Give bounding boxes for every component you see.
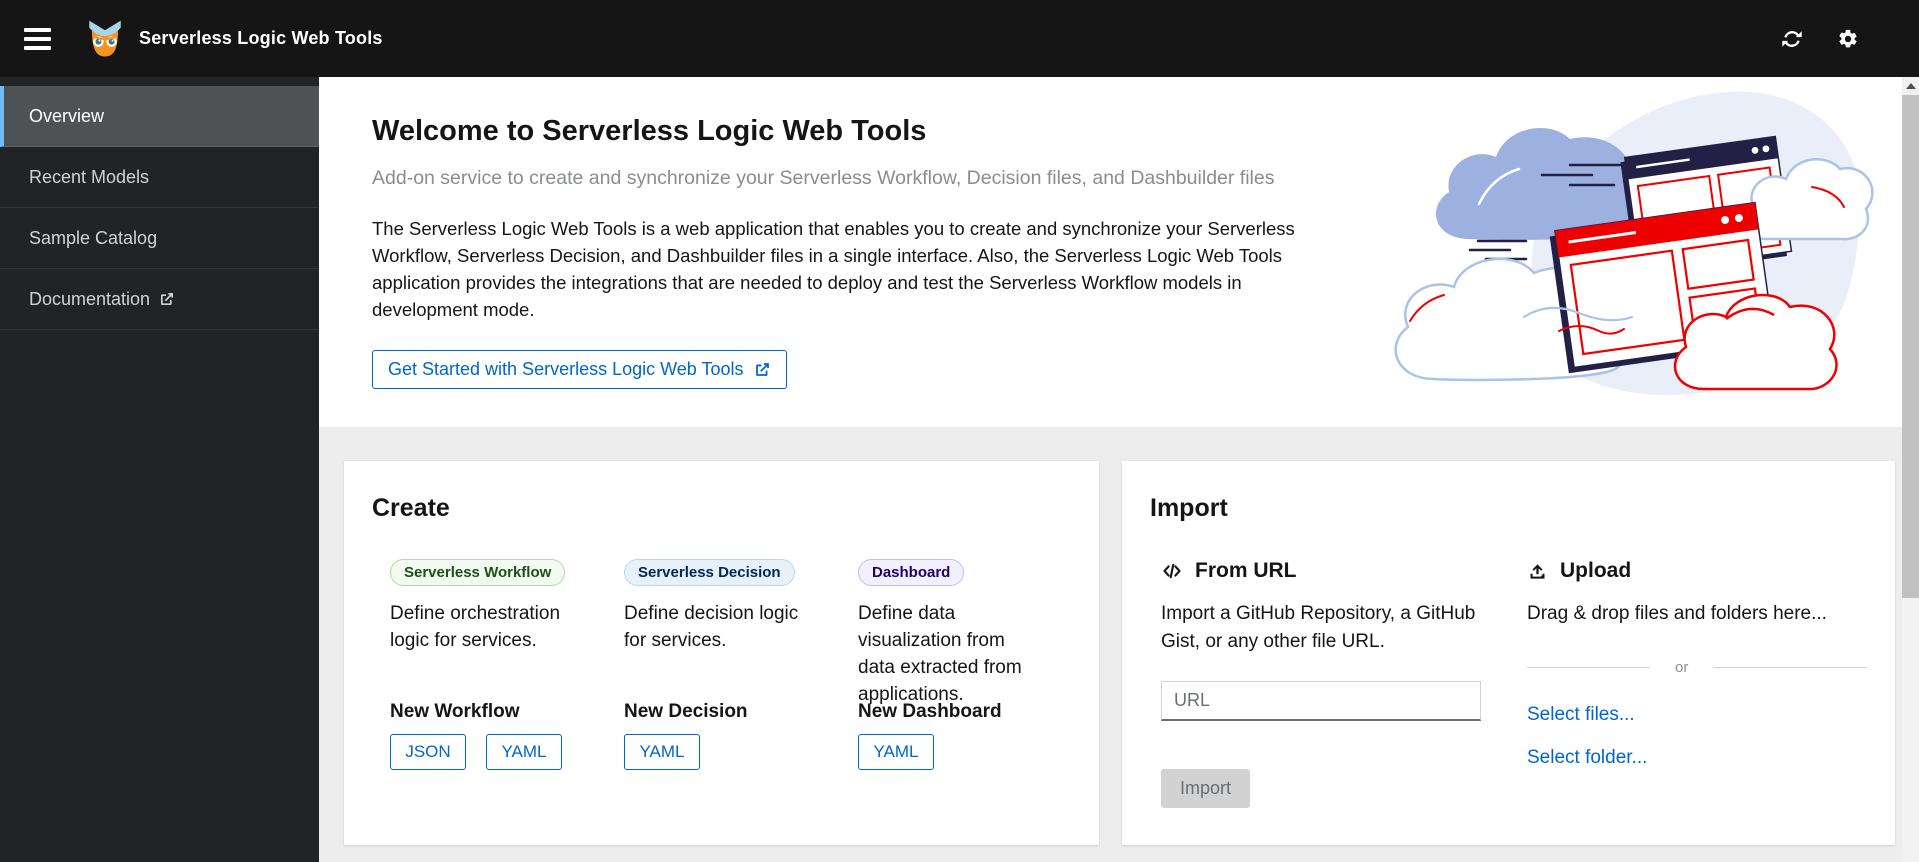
get-started-button[interactable]: Get Started with Serverless Logic Web To… <box>372 350 787 389</box>
new-workflow-yaml-button[interactable]: YAML <box>486 734 562 770</box>
dashboard-badge: Dashboard <box>858 559 965 586</box>
welcome-illustration <box>1374 89 1874 401</box>
dashboard-description: Define data visualization from data extr… <box>858 603 1022 705</box>
sidebar-item-sample-catalog[interactable]: Sample Catalog <box>0 208 319 269</box>
sync-icon[interactable] <box>1778 25 1806 53</box>
upload-heading: Upload <box>1560 559 1632 582</box>
vertical-scrollbar[interactable] <box>1902 77 1919 862</box>
sidebar-item-documentation[interactable]: Documentation <box>0 269 319 330</box>
upload-section: Upload Drag & drop files and folders her… <box>1527 559 1867 808</box>
menu-icon[interactable] <box>24 25 58 53</box>
decision-description: Define decision logic for services. <box>624 603 799 651</box>
cards-row: Create Serverless Workflow Define orches… <box>319 427 1902 862</box>
code-icon <box>1161 560 1183 582</box>
app-title: Serverless Logic Web Tools <box>139 28 383 48</box>
sidebar-item-recent-models[interactable]: Recent Models <box>0 147 319 208</box>
import-card-title: Import <box>1150 494 1228 522</box>
sidebar: Overview Recent Models Sample Catalog Do… <box>0 77 319 862</box>
from-url-heading: From URL <box>1195 559 1297 582</box>
serverless-decision-badge: Serverless Decision <box>624 559 795 586</box>
create-column-decision: Serverless Decision Define decision logi… <box>624 559 811 770</box>
create-grid: Serverless Workflow Define orchestration… <box>390 559 1071 770</box>
gear-icon[interactable] <box>1834 25 1862 53</box>
workflow-description: Define orchestration logic for services. <box>390 603 561 651</box>
new-dashboard-yaml-button[interactable]: YAML <box>858 734 934 770</box>
external-link-icon <box>754 361 771 378</box>
masthead: Serverless Logic Web Tools <box>0 0 1919 77</box>
create-column-dashboard: Dashboard Define data visualization from… <box>858 559 1045 770</box>
select-files-link[interactable]: Select files... <box>1527 704 1867 726</box>
serverless-workflow-badge: Serverless Workflow <box>390 559 566 586</box>
import-card: Import From URL Import a GitHub Reposito… <box>1122 461 1895 845</box>
sidebar-item-label: Sample Catalog <box>29 227 158 248</box>
create-card: Create Serverless Workflow Define orches… <box>344 461 1099 845</box>
url-input[interactable] <box>1161 681 1481 722</box>
scrollbar-up-arrow-icon[interactable] <box>1906 83 1916 89</box>
owl-logo-icon <box>84 18 126 60</box>
sidebar-item-label: Overview <box>29 105 105 126</box>
upload-icon <box>1527 561 1548 582</box>
import-button[interactable]: Import <box>1161 769 1251 809</box>
welcome-description: The Serverless Logic Web Tools is a web … <box>372 218 1295 320</box>
scrollbar-thumb[interactable] <box>1902 95 1919 598</box>
sidebar-item-overview[interactable]: Overview <box>0 86 319 147</box>
main-content: Welcome to Serverless Logic Web Tools Ad… <box>319 77 1902 862</box>
get-started-label: Get Started with Serverless Logic Web To… <box>388 359 744 379</box>
welcome-section: Welcome to Serverless Logic Web Tools Ad… <box>319 77 1902 427</box>
new-decision-label: New Decision <box>624 701 748 722</box>
brand: Serverless Logic Web Tools <box>84 18 383 60</box>
select-folder-link[interactable]: Select folder... <box>1527 747 1867 769</box>
sidebar-item-label: Documentation <box>29 288 151 309</box>
new-dashboard-label: New Dashboard <box>858 701 1002 722</box>
new-workflow-label: New Workflow <box>390 701 520 722</box>
from-url-description: Import a GitHub Repository, a GitHub Gis… <box>1161 603 1476 652</box>
masthead-actions <box>1778 25 1862 53</box>
import-grid: From URL Import a GitHub Repository, a G… <box>1161 559 1867 809</box>
new-workflow-json-button[interactable]: JSON <box>390 734 466 770</box>
or-divider: or <box>1527 659 1867 676</box>
or-label: or <box>1675 658 1689 676</box>
new-decision-yaml-button[interactable]: YAML <box>624 734 700 770</box>
from-url-section: From URL Import a GitHub Repository, a G… <box>1161 559 1481 809</box>
upload-description: Drag & drop files and folders here... <box>1527 603 1827 624</box>
sidebar-item-label: Recent Models <box>29 166 150 187</box>
create-column-workflow: Serverless Workflow Define orchestration… <box>390 559 577 770</box>
external-link-icon <box>159 291 175 307</box>
create-card-title: Create <box>372 494 450 522</box>
